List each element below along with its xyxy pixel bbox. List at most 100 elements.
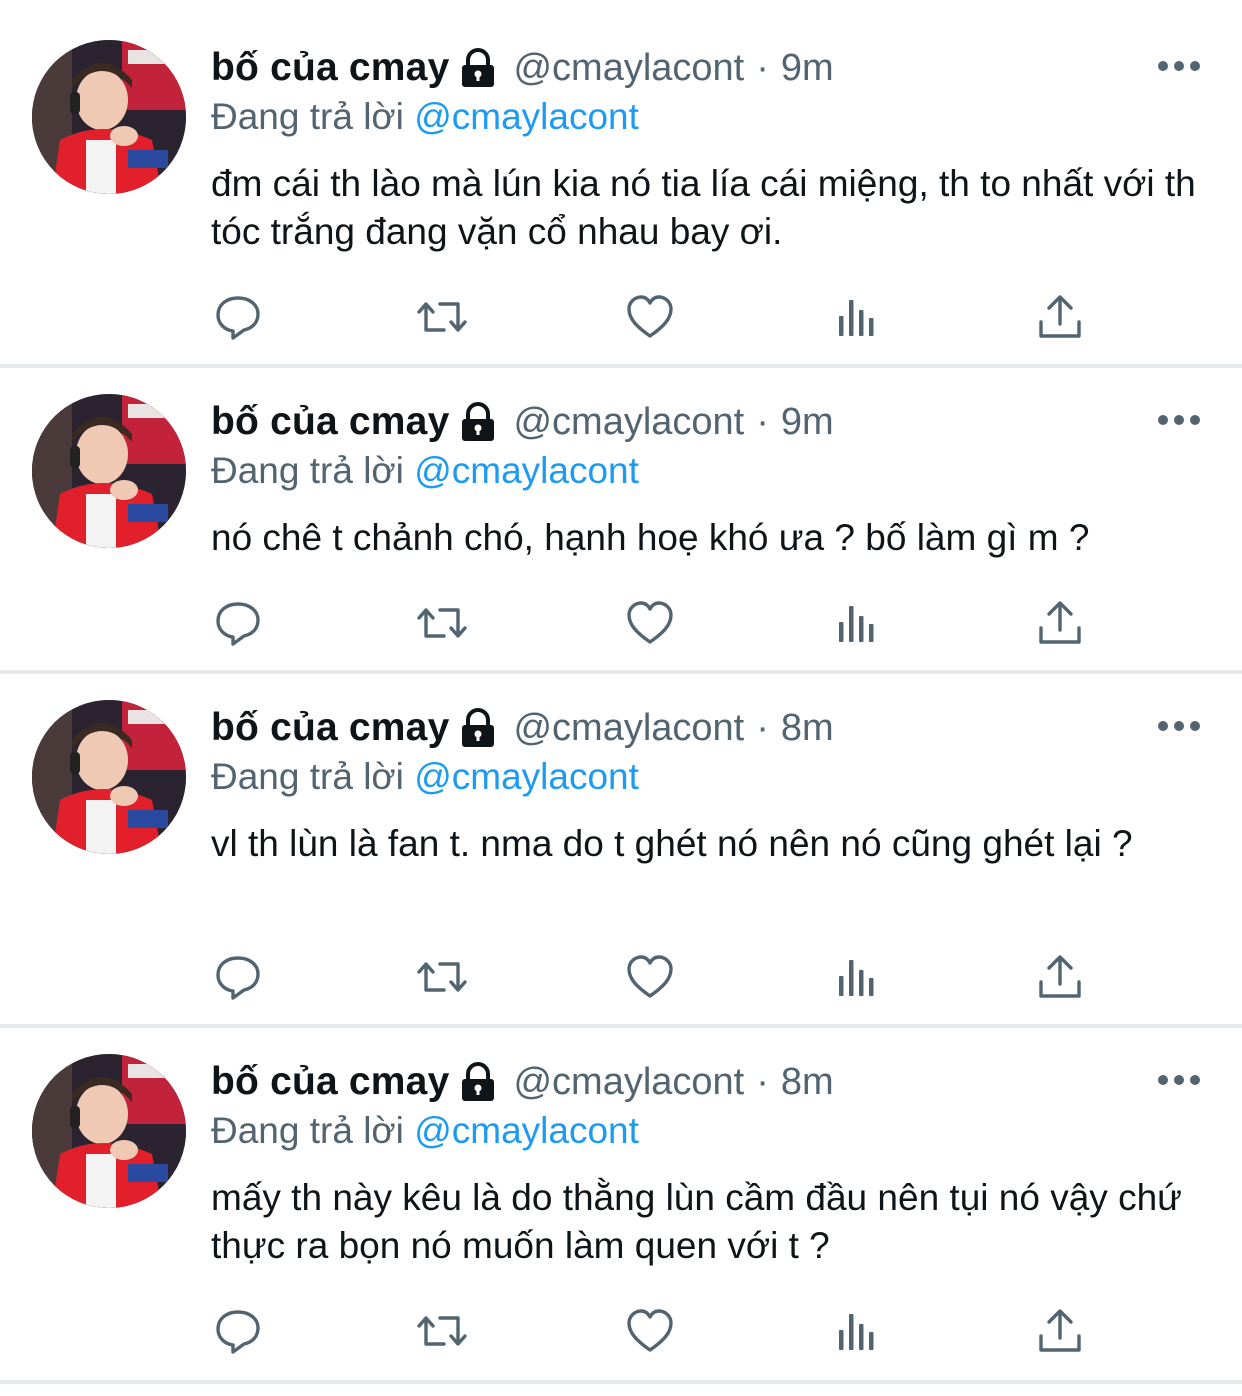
views-button[interactable] xyxy=(830,292,882,342)
reply-mention-link[interactable]: @cmaylacont xyxy=(414,756,639,797)
share-button[interactable] xyxy=(1034,1306,1086,1356)
tweet-divider xyxy=(0,1024,1242,1028)
display-name[interactable]: bố của cmay xyxy=(211,1060,449,1104)
share-upload-icon xyxy=(1039,601,1081,644)
reply-prefix: Đang trả lời xyxy=(211,756,404,797)
user-handle[interactable]: @cmaylacont xyxy=(513,47,744,90)
like-button[interactable] xyxy=(624,292,676,342)
bar-chart-icon xyxy=(839,606,874,642)
tweet-divider xyxy=(0,364,1242,368)
reply-prefix: Đang trả lời xyxy=(211,1110,404,1151)
reply-button[interactable] xyxy=(212,598,264,648)
replying-to: Đang trả lời @cmaylacont xyxy=(211,96,639,138)
reply-prefix: Đang trả lời xyxy=(211,450,404,491)
tweet-text: mấy th này kêu là do thằng lùn cầm đầu n… xyxy=(211,1177,1182,1266)
retweet-arrows-icon xyxy=(417,608,467,638)
timestamp[interactable]: 8m xyxy=(781,707,834,750)
share-button[interactable] xyxy=(1034,952,1086,1002)
reply-button[interactable] xyxy=(212,1306,264,1356)
lock-icon xyxy=(459,48,497,88)
reply-bubble-icon xyxy=(216,956,260,1000)
bar-chart-icon xyxy=(839,1314,874,1350)
retweet-button[interactable] xyxy=(416,1306,468,1356)
timestamp[interactable]: 8m xyxy=(781,1061,834,1104)
heart-icon xyxy=(627,601,673,644)
avatar-photo xyxy=(32,700,186,854)
avatar-photo xyxy=(32,394,186,548)
tweet-header: bố của cmay @cmaylacont · 9m xyxy=(211,397,834,447)
tweet-header: bố của cmay @cmaylacont · 8m xyxy=(211,1057,834,1107)
user-handle[interactable]: @cmaylacont xyxy=(513,1061,744,1104)
like-button[interactable] xyxy=(624,952,676,1002)
tweet-text: nó chê t chảnh chó, hạnh hoẹ khó ưa ? bố… xyxy=(211,517,1090,558)
like-button[interactable] xyxy=(624,1306,676,1356)
retweet-arrows-icon xyxy=(417,1316,467,1346)
more-dots-icon[interactable] xyxy=(1156,716,1202,736)
replying-to: Đang trả lời @cmaylacont xyxy=(211,756,639,798)
display-name[interactable]: bố của cmay xyxy=(211,46,449,90)
avatar-photo xyxy=(32,1054,186,1208)
avatar-photo xyxy=(32,40,186,194)
separator-dot: · xyxy=(756,400,769,443)
tweet-actions xyxy=(0,598,1242,648)
display-name[interactable]: bố của cmay xyxy=(211,706,449,750)
reply-mention-link[interactable]: @cmaylacont xyxy=(414,1110,639,1151)
avatar[interactable] xyxy=(32,700,186,854)
share-button[interactable] xyxy=(1034,598,1086,648)
bar-chart-icon xyxy=(839,300,874,336)
retweet-arrows-icon xyxy=(417,962,467,992)
share-upload-icon xyxy=(1039,1309,1081,1352)
bar-chart-icon xyxy=(839,960,874,996)
reply-bubble-icon xyxy=(216,602,260,646)
separator-dot: · xyxy=(756,1060,769,1103)
tweet-actions xyxy=(0,952,1242,1002)
lock-icon xyxy=(459,402,497,442)
reply-mention-link[interactable]: @cmaylacont xyxy=(414,450,639,491)
reply-button[interactable] xyxy=(212,292,264,342)
avatar[interactable] xyxy=(32,40,186,194)
reply-bubble-icon xyxy=(216,1310,260,1354)
user-handle[interactable]: @cmaylacont xyxy=(513,707,744,750)
retweet-arrows-icon xyxy=(417,302,467,332)
replying-to: Đang trả lời @cmaylacont xyxy=(211,1110,639,1152)
more-dots-icon[interactable] xyxy=(1156,56,1202,76)
views-button[interactable] xyxy=(830,598,882,648)
tweet-header: bố của cmay @cmaylacont · 9m xyxy=(211,43,834,93)
more-dots-icon[interactable] xyxy=(1156,1070,1202,1090)
tweet-text: vl th lùn là fan t. nma do t ghét nó nên… xyxy=(211,823,1133,864)
share-upload-icon xyxy=(1039,955,1081,998)
more-dots-icon[interactable] xyxy=(1156,410,1202,430)
display-name[interactable]: bố của cmay xyxy=(211,400,449,444)
avatar[interactable] xyxy=(32,394,186,548)
share-upload-icon xyxy=(1039,295,1081,338)
retweet-button[interactable] xyxy=(416,952,468,1002)
share-button[interactable] xyxy=(1034,292,1086,342)
retweet-button[interactable] xyxy=(416,292,468,342)
timestamp[interactable]: 9m xyxy=(781,401,834,444)
reply-bubble-icon xyxy=(216,296,260,340)
tweet-header: bố của cmay @cmaylacont · 8m xyxy=(211,703,834,753)
avatar[interactable] xyxy=(32,1054,186,1208)
user-handle[interactable]: @cmaylacont xyxy=(513,401,744,444)
like-button[interactable] xyxy=(624,598,676,648)
reply-prefix: Đang trả lời xyxy=(211,96,404,137)
tweet-actions xyxy=(0,292,1242,342)
retweet-button[interactable] xyxy=(416,598,468,648)
views-button[interactable] xyxy=(830,952,882,1002)
replying-to: Đang trả lời @cmaylacont xyxy=(211,450,639,492)
heart-icon xyxy=(627,955,673,998)
lock-icon xyxy=(459,1062,497,1102)
separator-dot: · xyxy=(756,706,769,749)
tweet-actions xyxy=(0,1306,1242,1356)
heart-icon xyxy=(627,295,673,338)
views-button[interactable] xyxy=(830,1306,882,1356)
tweet-text: đm cái th lào mà lún kia nó tia lía cái … xyxy=(211,163,1196,252)
reply-mention-link[interactable]: @cmaylacont xyxy=(414,96,639,137)
reply-button[interactable] xyxy=(212,952,264,1002)
heart-icon xyxy=(627,1309,673,1352)
separator-dot: · xyxy=(756,46,769,89)
lock-icon xyxy=(459,708,497,748)
tweet-divider xyxy=(0,1380,1242,1384)
tweet-divider xyxy=(0,670,1242,674)
timestamp[interactable]: 9m xyxy=(781,47,834,90)
